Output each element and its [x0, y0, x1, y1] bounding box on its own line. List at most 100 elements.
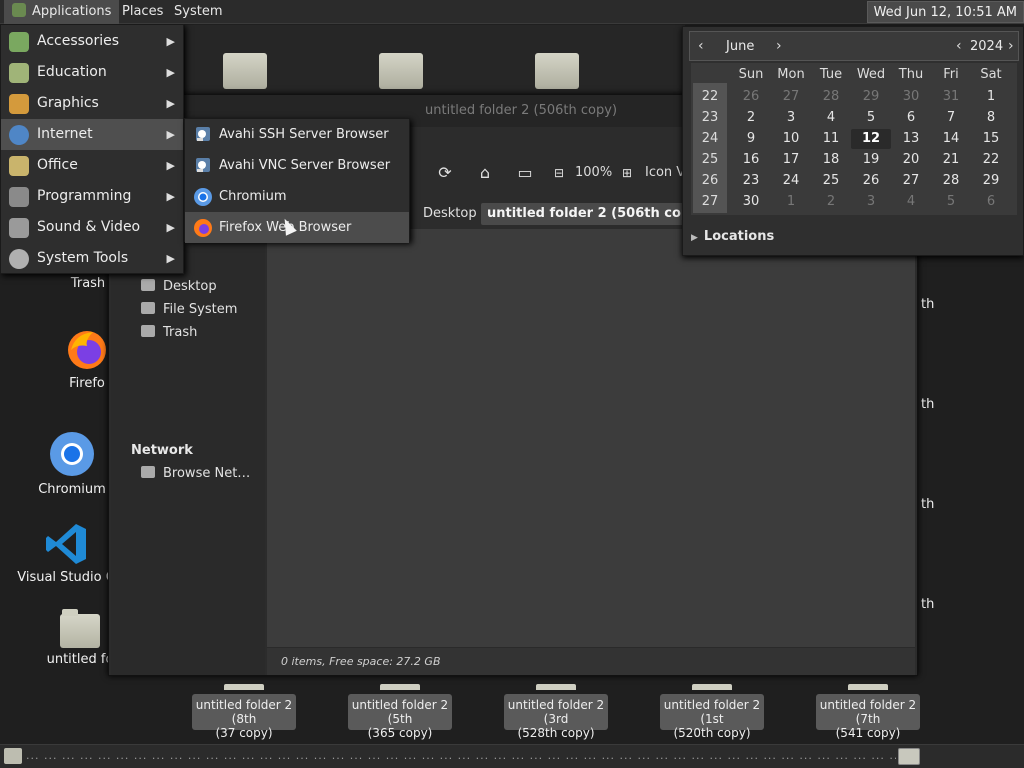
system-menu-button[interactable]: System — [168, 0, 228, 24]
calendar-day[interactable]: 25 — [811, 171, 851, 191]
calendar-day[interactable]: 5 — [931, 192, 971, 212]
home-icon[interactable]: ⌂ — [475, 163, 495, 183]
calendar-day[interactable]: 2 — [811, 192, 851, 212]
calendar-day[interactable]: 26 — [731, 87, 771, 107]
desktop-folder-label[interactable]: untitled folder 2 (1st (520th copy) — [660, 694, 764, 740]
menu-item-firefox[interactable]: Firefox Web Browser — [185, 212, 409, 243]
menu-item-graphics[interactable]: Graphics ▶ — [1, 88, 183, 119]
prev-year-button[interactable]: ‹ — [956, 38, 962, 54]
calendar-day[interactable]: 10 — [771, 129, 811, 149]
window-list[interactable]: ... ... ... ... ... ... ... ... ... ... … — [26, 749, 896, 765]
calendar-day[interactable]: 14 — [931, 129, 971, 149]
calendar-day[interactable]: 28 — [811, 87, 851, 107]
calendar-day[interactable]: 21 — [931, 150, 971, 170]
sidebar-item-desktop[interactable]: Desktop — [141, 279, 217, 294]
breadcrumb-desktop[interactable]: Desktop — [405, 203, 487, 225]
calendar-day[interactable]: 1 — [971, 87, 1011, 107]
desktop-icon-chromium[interactable]: Chromium — [34, 430, 110, 497]
calendar-day[interactable]: 24 — [771, 171, 811, 191]
menu-item-label: Avahi SSH Server Browser — [219, 127, 389, 142]
folder-icon — [380, 684, 420, 690]
calendar-week-number: 23 — [701, 110, 719, 125]
calendar-day[interactable]: 5 — [851, 108, 891, 128]
calendar-day[interactable]: 9 — [731, 129, 771, 149]
menu-item-chromium[interactable]: Chromium — [185, 181, 409, 212]
desktop-folder-label[interactable]: untitled folder 2 (5th (365 copy) — [348, 694, 452, 740]
calendar-day[interactable]: 30 — [891, 87, 931, 107]
calendar-day[interactable]: 13 — [891, 129, 931, 149]
computer-icon[interactable]: ▭ — [515, 163, 535, 183]
applications-menu-button[interactable]: Applications — [4, 0, 120, 24]
menu-item-system-tools[interactable]: System Tools ▶ — [1, 243, 183, 274]
desktop-icon-firefox[interactable]: Firefo — [60, 328, 114, 391]
calendar-day[interactable]: 18 — [811, 150, 851, 170]
menu-item-avahi-ssh[interactable]: Avahi SSH Server Browser — [185, 119, 409, 150]
calendar-day[interactable]: 22 — [971, 150, 1011, 170]
clock[interactable]: Wed Jun 12, 10:51 AM — [866, 1, 1024, 23]
calendar-day[interactable]: 3 — [771, 108, 811, 128]
calendar-day[interactable]: 12 — [851, 129, 891, 149]
folder-label-line: untitled folder 2 (3rd — [507, 698, 605, 726]
calendar-month: June — [726, 39, 755, 54]
calendar-day[interactable]: 6 — [971, 192, 1011, 212]
file-view[interactable] — [267, 229, 915, 647]
calendar-day[interactable]: 19 — [851, 150, 891, 170]
menu-item-label: Chromium — [219, 189, 287, 204]
sidebar-item-browse-network[interactable]: Browse Net… — [141, 466, 250, 481]
calendar-day[interactable]: 17 — [771, 150, 811, 170]
calendar-day[interactable]: 4 — [891, 192, 931, 212]
zoom-in-icon[interactable]: ⊞ — [617, 163, 637, 183]
calendar-day[interactable]: 7 — [931, 108, 971, 128]
calendar-day[interactable]: 6 — [891, 108, 931, 128]
folder-icon[interactable] — [223, 53, 267, 89]
folder-icon — [536, 684, 576, 690]
next-year-button[interactable]: › — [1008, 38, 1014, 54]
menu-item-internet[interactable]: Internet ▶ — [1, 119, 183, 150]
calendar-day[interactable]: 16 — [731, 150, 771, 170]
desktop-icon-vscode[interactable]: Visual Studio C — [16, 522, 116, 585]
calendar-day[interactable]: 27 — [891, 171, 931, 191]
show-desktop-icon[interactable] — [4, 748, 22, 764]
menu-item-office[interactable]: Office ▶ — [1, 150, 183, 181]
calendar-day[interactable]: 3 — [851, 192, 891, 212]
desktop-folder-label[interactable]: untitled folder 2 (8th (37 copy) — [192, 694, 296, 740]
breadcrumb-label: Desktop — [423, 206, 477, 221]
calendar-day[interactable]: 28 — [931, 171, 971, 191]
calendar-day[interactable]: 1 — [771, 192, 811, 212]
calendar-locations-expander[interactable]: ▶ Locations — [691, 229, 774, 244]
calendar-day[interactable]: 4 — [811, 108, 851, 128]
sidebar-item-file-system[interactable]: File System — [141, 302, 237, 317]
calendar-day[interactable]: 27 — [771, 87, 811, 107]
folder-icon[interactable] — [535, 53, 579, 89]
places-menu-button[interactable]: Places — [116, 0, 169, 24]
expander-arrow-icon: ▶ — [691, 233, 698, 243]
calendar-day[interactable]: 2 — [731, 108, 771, 128]
menu-item-accessories[interactable]: Accessories ▶ — [1, 26, 183, 57]
menu-item-sound-video[interactable]: Sound & Video ▶ — [1, 212, 183, 243]
menu-item-programming[interactable]: Programming ▶ — [1, 181, 183, 212]
menu-item-education[interactable]: Education ▶ — [1, 57, 183, 88]
breadcrumb-current[interactable]: untitled folder 2 (506th copy) — [481, 203, 711, 225]
calendar-day[interactable]: 31 — [931, 87, 971, 107]
desktop-folder-label[interactable]: untitled folder 2 (3rd (528th copy) — [504, 694, 608, 740]
calendar-day[interactable]: 23 — [731, 171, 771, 191]
reload-icon[interactable]: ⟳ — [435, 163, 455, 183]
sidebar-item-trash[interactable]: Trash — [141, 325, 197, 340]
menu-item-avahi-vnc[interactable]: Avahi VNC Server Browser — [185, 150, 409, 181]
folder-label-line: (528th copy) — [517, 726, 595, 740]
folder-icon[interactable] — [898, 748, 920, 765]
calendar-day[interactable]: 8 — [971, 108, 1011, 128]
calendar-day[interactable]: 20 — [891, 150, 931, 170]
view-mode-select[interactable]: Icon V — [645, 165, 685, 180]
calendar-day[interactable]: 11 — [811, 129, 851, 149]
next-month-button[interactable]: › — [776, 38, 782, 54]
calendar-day[interactable]: 29 — [971, 171, 1011, 191]
folder-icon[interactable] — [379, 53, 423, 89]
calendar-day[interactable]: 26 — [851, 171, 891, 191]
prev-month-button[interactable]: ‹ — [698, 38, 704, 54]
zoom-out-icon[interactable]: ⊟ — [549, 163, 569, 183]
calendar-day[interactable]: 15 — [971, 129, 1011, 149]
desktop-folder-label[interactable]: untitled folder 2 (7th (541 copy) — [816, 694, 920, 740]
calendar-day[interactable]: 29 — [851, 87, 891, 107]
calendar-day[interactable]: 30 — [731, 192, 771, 212]
